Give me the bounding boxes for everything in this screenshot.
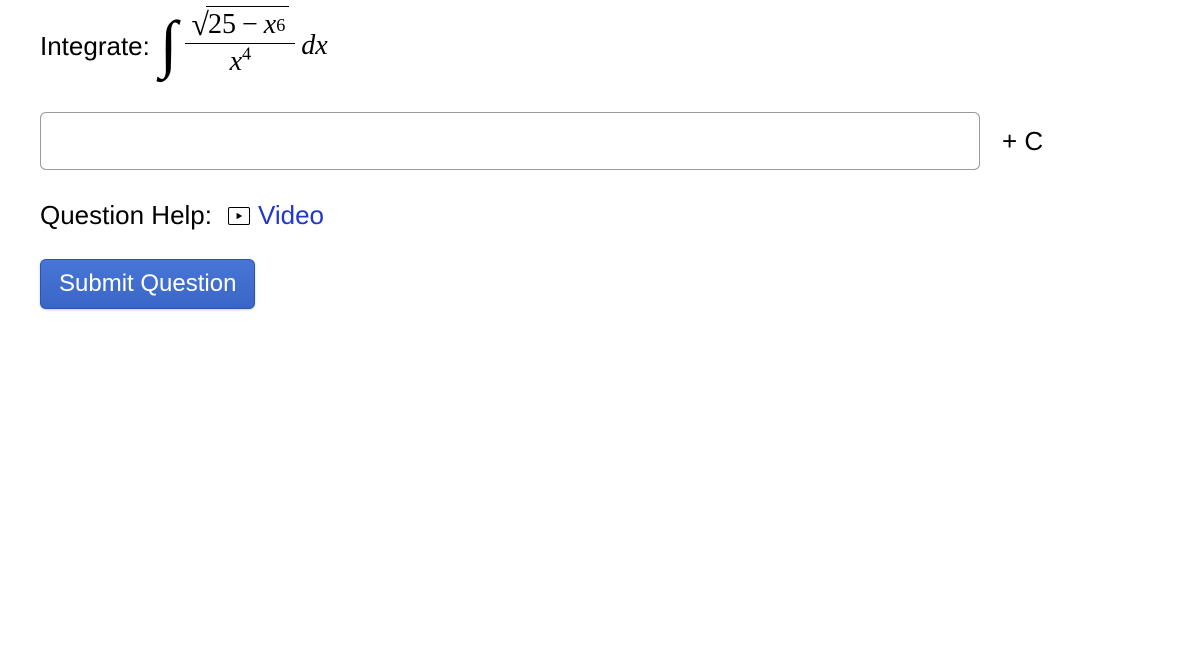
question-row: Integrate: ∫ √ 25 − x6 x4 dx: [40, 10, 1144, 82]
sqrt-icon: √: [191, 8, 209, 43]
help-label: Question Help:: [40, 200, 212, 231]
video-link[interactable]: Video: [228, 200, 324, 231]
exp-den: 4: [242, 44, 251, 64]
video-label: Video: [258, 200, 324, 231]
prompt-label: Integrate:: [40, 31, 150, 62]
minus-sign: −: [242, 9, 258, 41]
answer-input[interactable]: [40, 112, 980, 170]
video-play-icon: [228, 207, 250, 225]
denominator: x4: [226, 44, 256, 78]
sqrt: √ 25 − x6: [191, 6, 289, 41]
answer-row: + C: [40, 112, 1144, 170]
submit-button[interactable]: Submit Question: [40, 259, 255, 309]
const-a: 25: [208, 9, 236, 41]
var-x-num: x: [264, 9, 276, 41]
var-x-den: x: [230, 46, 242, 77]
math-expression: ∫ √ 25 − x6 x4 dx: [160, 10, 328, 82]
numerator: √ 25 − x6: [185, 6, 295, 44]
constant-label: + C: [1002, 126, 1043, 157]
help-row: Question Help: Video: [40, 200, 1144, 231]
dx: dx: [301, 30, 327, 62]
fraction: √ 25 − x6 x4: [185, 6, 295, 78]
integral-sign-icon: ∫: [160, 12, 178, 76]
sqrt-content: 25 − x6: [206, 6, 289, 41]
